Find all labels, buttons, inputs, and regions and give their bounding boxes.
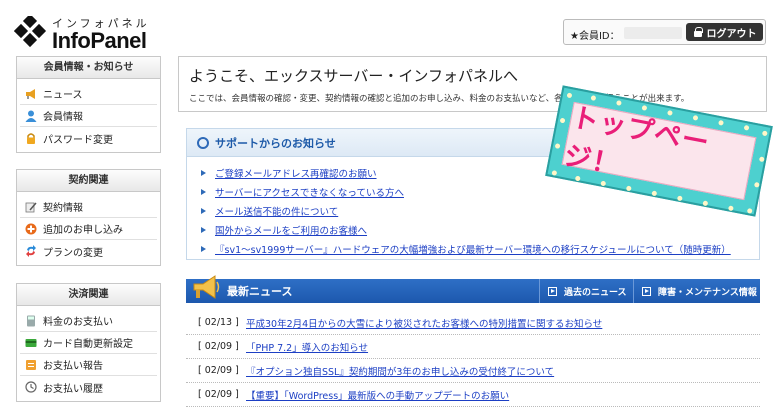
bullet-arrow-icon bbox=[201, 188, 206, 195]
card-icon bbox=[25, 337, 37, 349]
latest-news-list: [ 02/13 ] 平成30年2月4日からの大雪により被災されたお客様への特別措置… bbox=[186, 311, 760, 407]
support-notice-item: 『sv1～sv1999サーバー』ハードウェアの大幅増強および最新サーバー環境への… bbox=[201, 239, 759, 258]
sidebar-item-label: 追加のお申し込み bbox=[43, 225, 123, 236]
sidebar-item-plan-change[interactable]: プランの変更 bbox=[20, 240, 157, 262]
sidebar-payment-section: 決済関連 料金のお支払い カード自動更新設定 お支払い報告 お支払い履歴 bbox=[16, 283, 161, 402]
bullet-arrow-icon bbox=[201, 169, 206, 176]
sidebar-item-label: 会員情報 bbox=[43, 112, 83, 123]
sidebar-section-title: 決済関連 bbox=[17, 284, 160, 306]
sidebar-item-label: 料金のお支払い bbox=[43, 317, 113, 328]
support-notice-link[interactable]: 『sv1～sv1999サーバー』ハードウェアの大幅増強および最新サーバー環境への… bbox=[215, 242, 731, 256]
maintenance-info-label: 障害・メンテナンス情報 bbox=[658, 287, 757, 298]
maintenance-info-tab[interactable]: 障害・メンテナンス情報 bbox=[633, 279, 760, 303]
sidebar-item-member-info[interactable]: 会員情報 bbox=[20, 105, 157, 127]
support-notice-link[interactable]: 国外からメールをご利用のお客様へ bbox=[215, 223, 367, 237]
news-date: [ 02/09 ] bbox=[198, 341, 239, 352]
sidebar-item-label: ニュース bbox=[43, 90, 83, 101]
welcome-panel: ようこそ、エックスサーバー・インフォパネルへ ここでは、会員情報の確認・変更、契… bbox=[178, 56, 767, 112]
calculator-icon bbox=[25, 315, 37, 327]
tab-arrow-icon bbox=[548, 286, 557, 296]
infopanel-logo[interactable]: インフォパネル InfoPanel bbox=[14, 12, 164, 53]
sidebar-item-card-auto-renew[interactable]: カード自動更新設定 bbox=[20, 332, 157, 354]
megaphone-icon bbox=[193, 275, 220, 299]
sidebar-item-payment[interactable]: 料金のお支払い bbox=[20, 310, 157, 332]
latest-news-header: 最新ニュース 過去のニュース 障害・メンテナンス情報 bbox=[186, 279, 760, 303]
news-date: [ 02/13 ] bbox=[198, 317, 239, 328]
sidebar-item-payment-history[interactable]: お支払い履歴 bbox=[20, 376, 157, 398]
logo-name: InfoPanel bbox=[52, 28, 147, 53]
sidebar-item-label: パスワード変更 bbox=[43, 134, 113, 146]
news-date: [ 02/09 ] bbox=[198, 389, 239, 400]
news-date: [ 02/09 ] bbox=[198, 365, 239, 376]
person-icon bbox=[25, 110, 37, 122]
sidebar-item-contract-info[interactable]: 契約情報 bbox=[20, 196, 157, 218]
sidebar-item-news[interactable]: ニュース bbox=[20, 83, 157, 105]
bullet-arrow-icon bbox=[201, 226, 206, 233]
support-notice-title: サポートからのお知らせ bbox=[215, 136, 336, 150]
latest-news-title: 最新ニュース bbox=[227, 285, 293, 298]
support-notice-link[interactable]: メール送信不能の件について bbox=[215, 204, 338, 218]
bullet-arrow-icon bbox=[201, 245, 206, 252]
news-item: [ 02/13 ] 平成30年2月4日からの大雪により被災されたお客様への特別措置… bbox=[186, 311, 760, 335]
sidebar-item-label: カード自動更新設定 bbox=[43, 339, 133, 350]
contract-icon bbox=[25, 201, 37, 213]
past-news-label: 過去のニュース bbox=[564, 287, 627, 298]
sidebar-item-add-order[interactable]: 追加のお申し込み bbox=[20, 218, 157, 240]
logout-label: ログアウト bbox=[706, 28, 757, 40]
sidebar-section-title: 契約関連 bbox=[17, 170, 160, 192]
support-notice-item: 国外からメールをご利用のお客様へ bbox=[201, 220, 759, 239]
logo-diamond-icon bbox=[14, 16, 47, 48]
welcome-description: ここでは、会員情報の確認・変更、契約情報の確認と追加のお申し込み、料金のお支払い… bbox=[189, 94, 690, 104]
report-icon bbox=[25, 359, 37, 371]
news-link[interactable]: 「PHP 7.2」導入のお知らせ bbox=[246, 340, 368, 354]
sidebar-item-payment-report[interactable]: お支払い報告 bbox=[20, 354, 157, 376]
news-item: [ 02/09 ] 【重要】「WordPress」最新版への手動アップデートのお願… bbox=[186, 383, 760, 407]
lock-icon bbox=[693, 27, 703, 37]
megaphone-icon bbox=[25, 88, 37, 100]
sidebar-contract-section: 契約関連 契約情報 追加のお申し込み プランの変更 bbox=[16, 169, 161, 266]
past-news-tab[interactable]: 過去のニュース bbox=[539, 279, 632, 303]
support-headset-icon bbox=[197, 136, 209, 149]
bullet-arrow-icon bbox=[201, 207, 206, 214]
member-id-box: ★会員ID： ログアウト bbox=[563, 19, 766, 45]
logout-button[interactable]: ログアウト bbox=[686, 23, 763, 41]
member-id-value-masked bbox=[624, 27, 682, 39]
news-link[interactable]: 【重要】「WordPress」最新版への手動アップデートのお願い bbox=[246, 388, 509, 402]
news-item: [ 02/09 ] 『オプション独自SSL』契約期間が3年のお申し込みの受付終了に… bbox=[186, 359, 760, 383]
member-id-label: ★会員ID： bbox=[570, 31, 620, 42]
plus-circle-icon bbox=[25, 223, 37, 235]
lock-icon bbox=[25, 132, 37, 144]
sidebar-item-label: プランの変更 bbox=[43, 247, 103, 259]
news-link[interactable]: 平成30年2月4日からの大雪により被災されたお客様への特別措置に関するお知らせ bbox=[246, 316, 602, 330]
news-item: [ 02/09 ] 「PHP 7.2」導入のお知らせ bbox=[186, 335, 760, 359]
change-arrows-icon bbox=[25, 245, 37, 257]
sidebar-item-label: お支払い履歴 bbox=[43, 383, 103, 395]
sidebar-item-label: お支払い報告 bbox=[43, 361, 103, 372]
support-notice-item: メール送信不能の件について bbox=[201, 201, 759, 220]
support-notice-link[interactable]: サーバーにアクセスできなくなっている方へ bbox=[215, 185, 404, 199]
clock-icon bbox=[25, 381, 37, 393]
support-notice-link[interactable]: ご登録メールアドレス再確認のお願い bbox=[215, 166, 377, 180]
sidebar-item-label: 契約情報 bbox=[43, 203, 83, 214]
sidebar-section-title: 会員情報・お知らせ bbox=[17, 57, 160, 79]
sidebar-member-section: 会員情報・お知らせ ニュース 会員情報 パスワード変更 bbox=[16, 56, 161, 153]
tab-arrow-icon bbox=[642, 286, 651, 296]
welcome-title: ようこそ、エックスサーバー・インフォパネルへ bbox=[189, 67, 518, 85]
news-link[interactable]: 『オプション独自SSL』契約期間が3年のお申し込みの受付終了について bbox=[246, 364, 554, 378]
sidebar-item-password-change[interactable]: パスワード変更 bbox=[20, 127, 157, 149]
